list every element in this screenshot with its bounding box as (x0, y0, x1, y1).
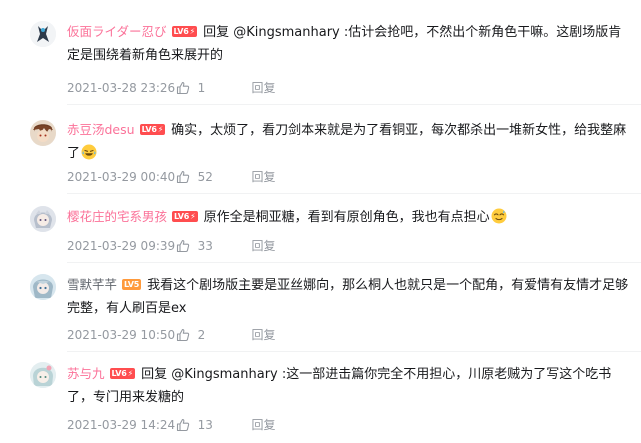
divider (67, 104, 641, 105)
avatar[interactable] (30, 206, 56, 232)
comment-meta: 2021-03-28 23:26 1 回复 (67, 79, 276, 95)
level-badge: LV6⚡ (109, 368, 136, 379)
comment-meta: 2021-03-29 00:40 52 回复 (67, 168, 276, 184)
comment-text: 我看这个剧场版主要是亚丝娜向，那么桐人也就只是一个配角，有爱情有友情才足够完整，… (67, 278, 629, 316)
thumbs-up-icon[interactable] (176, 81, 190, 95)
comment-text: 回复 @Kingsmanhary :这一部进击篇你完全不用担心，川原老贼为了写这… (67, 367, 612, 405)
timestamp: 2021-03-29 14:24 (67, 417, 176, 432)
reply-button[interactable]: 回复 (251, 238, 275, 254)
divider (67, 351, 641, 352)
sweating-emoji-icon (491, 208, 507, 224)
thumbs-up-icon[interactable] (176, 418, 190, 432)
timestamp: 2021-03-28 23:26 (67, 80, 176, 95)
divider (67, 193, 641, 194)
like-count: 1 (197, 80, 206, 95)
level-badge: LV6⚡ (172, 211, 198, 222)
username[interactable]: 赤豆汤desu (67, 122, 135, 137)
avatar[interactable] (30, 21, 56, 47)
like-count: 52 (197, 169, 213, 184)
username[interactable]: 樱花庄的宅系男孩 (67, 209, 167, 224)
avatar[interactable] (30, 362, 56, 388)
comment-meta: 2021-03-29 10:50 2 回复 (67, 326, 276, 342)
like-count: 33 (197, 238, 213, 253)
comment-meta: 2021-03-29 09:39 33 回复 (67, 237, 276, 253)
thumbs-up-icon[interactable] (176, 170, 190, 184)
comment-text: 原作全是桐亚糖，看到有原创角色，我也有点担心 (203, 210, 490, 225)
level-badge: LV5 (122, 279, 142, 290)
thumbs-up-icon[interactable] (176, 328, 190, 342)
timestamp: 2021-03-29 10:50 (67, 327, 176, 342)
level-badge: LV6⚡ (139, 124, 166, 135)
reply-button[interactable]: 回复 (251, 417, 275, 433)
username[interactable]: 仮面ライダー忍び (67, 24, 167, 39)
comment-meta: 2021-03-29 14:24 13 回复 (67, 416, 276, 432)
avatar[interactable] (30, 274, 56, 300)
reply-button[interactable]: 回复 (251, 327, 275, 343)
username[interactable]: 雪默芊芊 (67, 277, 117, 292)
username[interactable]: 苏与九 (67, 366, 105, 381)
laughing-crying-emoji-icon (81, 144, 97, 160)
timestamp: 2021-03-29 09:39 (67, 238, 176, 253)
like-count: 13 (197, 417, 213, 432)
avatar[interactable] (30, 120, 56, 146)
reply-button[interactable]: 回复 (251, 169, 275, 185)
divider (67, 262, 641, 263)
timestamp: 2021-03-29 00:40 (67, 169, 176, 184)
reply-button[interactable]: 回复 (251, 80, 275, 96)
level-badge: LV6⚡ (171, 26, 198, 37)
thumbs-up-icon[interactable] (176, 239, 190, 253)
like-count: 2 (197, 327, 206, 342)
